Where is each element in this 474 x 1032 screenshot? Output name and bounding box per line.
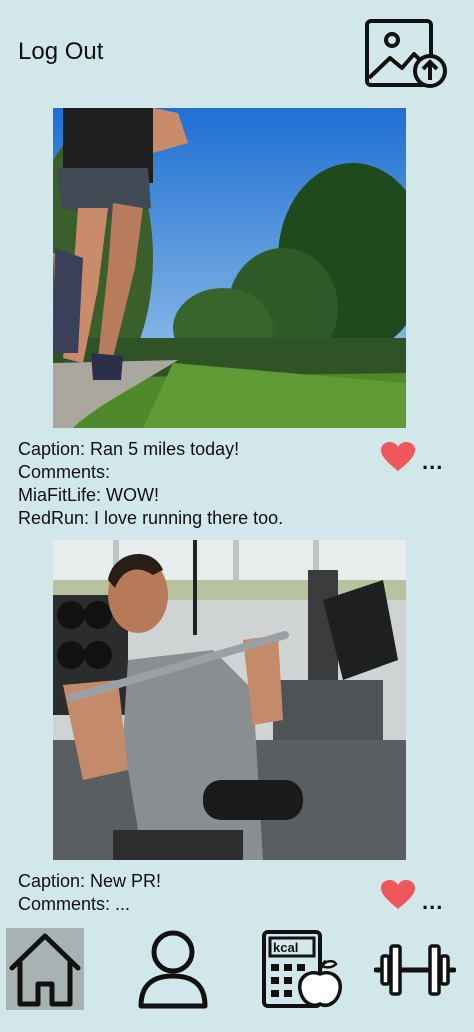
like-button[interactable] — [381, 880, 415, 910]
profile-icon — [138, 930, 208, 1009]
calorie-calculator-icon: kcal — [262, 930, 342, 1008]
home-icon — [9, 933, 81, 1007]
nav-profile-button[interactable] — [136, 928, 210, 1010]
upload-photo-button[interactable] — [364, 18, 448, 90]
gym-lat-pulldown-photo — [53, 540, 406, 860]
post-caption: Caption: New PR! — [18, 871, 162, 891]
logout-button[interactable]: Log Out — [18, 38, 103, 66]
nav-calorie-calculator-button[interactable]: kcal — [260, 928, 342, 1010]
dumbbell-icon — [373, 944, 457, 996]
heart-icon — [381, 442, 415, 471]
runner-on-trail-photo — [53, 108, 406, 428]
nav-workouts-button[interactable] — [373, 940, 457, 1000]
heart-icon — [381, 880, 415, 909]
more-options-button[interactable]: ... — [422, 451, 443, 473]
like-button[interactable] — [381, 442, 415, 472]
post-caption: Caption: Ran 5 miles today! — [18, 439, 240, 459]
nav-home-button[interactable] — [6, 928, 84, 1010]
post-image-running[interactable] — [53, 108, 406, 428]
image-upload-icon — [365, 19, 447, 88]
comments-label: Comments: — [18, 462, 111, 482]
comments-label: Comments: ... — [18, 894, 131, 914]
post-caption-block: Caption: New PR! Comments: ... — [18, 870, 161, 916]
comment-item: MiaFitLife: WOW! — [18, 485, 160, 505]
more-options-button[interactable]: ... — [422, 891, 443, 913]
comment-item: RedRun: I love running there too. — [18, 508, 284, 528]
kcal-label: kcal — [273, 940, 298, 955]
post-image-gym[interactable] — [53, 540, 406, 860]
post-caption-block: Caption: Ran 5 miles today! Comments: Mi… — [18, 438, 283, 530]
